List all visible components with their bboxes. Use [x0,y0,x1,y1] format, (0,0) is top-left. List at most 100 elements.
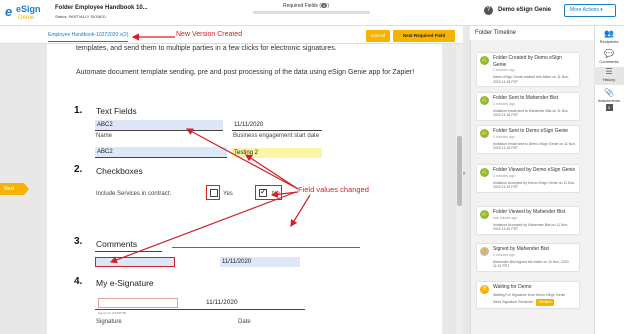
signature-label: Signature [96,319,122,325]
reminder-text: Send Signature Reminder [493,300,534,304]
thumbs-up-icon: 👍 [480,247,489,256]
intro-paragraph-1: templates, and send them to multiple par… [76,45,337,52]
logo-sub: Genie [18,15,35,21]
timeline-item: 👍 Signed by Mahender Bist 0 minutes ago … [476,243,580,272]
name-label: Name [96,133,113,139]
user-name[interactable]: Demo eSign Genie [498,7,551,13]
attachments-button[interactable]: 📎 Attachments 0 [594,88,624,111]
paperclip-icon: 📎 [604,88,614,97]
no-highlight-box [255,185,282,200]
timeline-item-desc: Mahender Bist signed the folder on 11 No… [493,259,569,269]
timeline-item-desc: Invitation email sent to Mahender Bist o… [493,108,569,118]
text-field-2-underline [95,157,227,158]
signature-date: 11/11/2020 [206,299,238,306]
attachments-label: Attachments [597,98,621,103]
date-underline [232,130,322,131]
timeline-item-time: 0 minutes ago [493,173,515,178]
recipients-button[interactable]: 👥 Recipients [594,29,624,44]
signer-id-text: Signer ID:123456789 [98,311,127,315]
logo-e: e [5,4,13,19]
date-label-2: Date [238,319,251,325]
signature-field[interactable] [98,298,178,308]
folder-status: Status: PARTIALLY SIGNED [55,14,106,19]
esign-genie-logo[interactable]: e eSign Genie [5,3,45,23]
text-field-3[interactable]: Testing 2 [232,148,322,158]
text-field-2[interactable]: ABC2 [95,147,227,157]
required-fields-label: Required Fields (4) [283,3,329,9]
recipients-label: Recipients [599,39,619,44]
timeline-item-desc: Invitation email sent to Demo eSign Geni… [493,141,576,151]
section-2-number: 2. [74,164,83,175]
timeline-item: 👍 Folder Sent to Demo eSign Genie 0 minu… [476,125,580,154]
reminder-row: Send Signature Reminder Remind [493,299,576,306]
timeline-item-time: one minute ago [493,215,518,220]
yes-label: Yes [223,191,233,197]
date-label: Business engagement start date [233,133,320,139]
name-underline [95,130,223,131]
remind-button[interactable]: Remind [536,299,555,306]
timeline-item-title: Waiting for Demo [493,284,532,290]
more-actions-button[interactable]: More Actions ▾ [564,4,616,17]
date-field[interactable]: 11/11/2020 [232,120,322,130]
thumbs-up-icon: 👍 [480,129,489,138]
timeline-item: 👍 Folder Viewed by Mahender Bist one min… [476,206,580,235]
help-icon[interactable]: ? [484,6,493,15]
next-field-flag[interactable]: Next [0,183,29,195]
comment-field[interactable] [95,257,175,267]
annotation-version-created: New Version Created [176,31,243,38]
document-tab[interactable]: Employee Handbook-10272020 v(2) [48,32,129,42]
section-4-number: 4. [74,276,83,287]
section-3-title: Comments [96,239,138,249]
name-field[interactable]: ABC2 [95,120,223,130]
history-button[interactable]: ☰ History [594,67,624,85]
section-3-number: 3. [74,236,83,247]
timeline-item-desc: Invitation Accepted by Mahender Bist on … [493,222,568,232]
timeline-item-time: 0 minutes ago [493,252,515,257]
timeline-item: 👍 Folder Sent to Mahender Bist 0 minutes… [476,92,580,121]
document-page: templates, and send them to multiple par… [47,44,442,334]
cancel-button[interactable]: Cancel [366,30,390,42]
timeline-item-title: Folder Viewed by Mahender Bist [493,209,566,215]
timeline-item-desc: Waiting For Signature from Demo eSign Ge… [493,292,566,297]
timeline-item: 👍 Folder Created by Demo eSign Genie 0 m… [476,52,580,87]
thumbs-up-icon: 👍 [480,56,489,65]
users-icon: 👥 [604,29,614,38]
section-2-title: Checkboxes [96,166,143,176]
comment-date-field[interactable]: 11/11/2020 [220,257,300,267]
thumbs-up-icon: 👍 [480,210,489,219]
thumbs-up-icon: 👍 [480,168,489,177]
comments-label: Comments [599,59,619,64]
timeline-item-title: Folder Viewed by Demo eSign Genie [493,167,576,173]
comments-button[interactable]: 💬 Comments [594,49,624,64]
signature-underline [95,309,305,310]
comments-rule [172,247,360,248]
yes-highlight-box [206,185,220,200]
timeline-item: 👍 Folder Viewed by Demo eSign Genie 0 mi… [476,164,580,193]
timeline-item-time: 0 minutes ago [493,134,515,139]
required-fields-suffix: ) [327,3,329,9]
required-fields-progress-bar [253,11,370,14]
timeline-item-desc: Invitation Accepted by Demo eSign Genie … [493,180,575,190]
required-fields-text: Required Fields ( [283,3,322,9]
next-required-field-button[interactable]: Next Required Field [393,30,455,42]
timeline-title: Folder Timeline [470,26,594,40]
include-services-label: Include Services in contract: [96,191,172,197]
timeline-item-time: 0 minutes ago [493,68,515,72]
annotation-fields-changed: Field values changed [298,185,369,194]
section-1-title: Text Fields [96,106,137,116]
comment-icon: 💬 [604,49,614,58]
section-4-title: My e-Signature [96,278,154,288]
timeline-item-desc: Demo eSign Genie created this folder on … [493,75,569,84]
thumbs-up-icon: 👍 [480,96,489,105]
timeline-item-time: 0 minutes ago [493,101,515,106]
intro-paragraph-2: Automate document template sending, pre … [76,69,415,76]
clock-icon: ⏱ [480,285,489,294]
section-1-number: 1. [74,105,83,116]
attachments-count-badge: 0 [605,104,613,111]
timeline-item: ⏱ Waiting for Demo Waiting For Signature… [476,281,580,309]
document-scroll-thumb[interactable] [457,136,462,206]
timeline-item-title: Folder Sent to Demo eSign Genie [493,128,569,134]
list-icon: ☰ [605,67,613,76]
timeline-item-title: Folder Created by Demo eSign Genie [493,55,562,68]
chevron-right-icon[interactable]: › [463,171,469,179]
